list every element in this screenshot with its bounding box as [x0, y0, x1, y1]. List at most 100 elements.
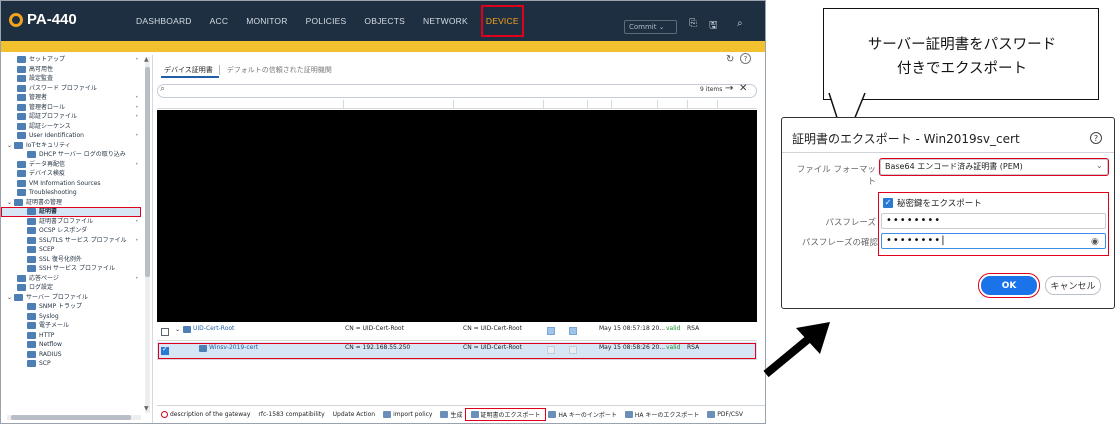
table-row[interactable]: Winsv-2019-cert CN = 192.168.55.250 CN = U…	[157, 342, 757, 360]
sidebar-item[interactable]: SSH サービス プロファイル	[1, 264, 143, 274]
nav-objects[interactable]: OBJECTS	[355, 1, 414, 41]
sidebar-item-label: SNMP トラップ	[39, 303, 82, 310]
ok-button[interactable]: OK	[978, 273, 1040, 298]
sidebar-hscroll-thumb[interactable]	[11, 415, 131, 420]
sidebar-item[interactable]: デバイス検疫	[1, 169, 143, 179]
sidebar-item[interactable]: 設定監査	[1, 74, 143, 84]
expand-chevron-icon[interactable]: ⌄	[175, 326, 180, 333]
toolbar-import-button[interactable]: import policy	[379, 411, 436, 418]
sidebar-item[interactable]: 電子メール	[1, 321, 143, 331]
search-go-icon[interactable]: →	[725, 83, 733, 94]
sidebar-item[interactable]: DHCP サーバー ログの取り込み	[1, 150, 143, 160]
sidebar-item[interactable]: ログ設定	[1, 283, 143, 293]
commit-label: Commit	[629, 23, 657, 31]
sidebar-item[interactable]: OCSP レスポンダ	[1, 226, 143, 236]
sidebar-item[interactable]: User Identification	[1, 131, 143, 141]
format-select[interactable]: Base64 エンコード済み証明書 (PEM)	[879, 158, 1109, 176]
help-icon[interactable]: ?	[740, 53, 751, 64]
sidebar-item[interactable]: Netflow	[1, 340, 143, 350]
chevron-down-icon[interactable]: ⌄	[1096, 161, 1103, 170]
nav-acc[interactable]: ACC	[201, 1, 238, 41]
scep-icon	[27, 246, 36, 254]
format-value: Base64 エンコード済み証明書 (PEM)	[885, 162, 1023, 171]
show-password-icon[interactable]: ◉	[1091, 237, 1099, 247]
cert-name[interactable]: UID-Cert-Root	[193, 325, 234, 332]
nav-monitor[interactable]: MONITOR	[237, 1, 296, 41]
sidebar-scroll-thumb[interactable]	[145, 67, 150, 277]
toolbar-generate-button[interactable]: 生成	[436, 410, 466, 419]
toolbar-export-cert-button[interactable]: 証明書のエクスポート	[464, 408, 547, 421]
sidebar-item[interactable]: Troubleshooting	[1, 188, 143, 198]
toolbar-action-button[interactable]: Update Action	[329, 411, 379, 418]
expander-icon[interactable]: ⌄	[7, 198, 12, 208]
search-input[interactable]	[157, 84, 757, 98]
sidebar-item[interactable]: ⌄ サーバー プロファイル	[1, 293, 143, 303]
config-lock-icon[interactable]: ⎘	[689, 18, 697, 29]
sidebar-item[interactable]: HTTP	[1, 331, 143, 341]
toolbar-ha-export-button[interactable]: HA キーのエクスポート	[621, 410, 703, 419]
pdf-csv-icon	[707, 411, 716, 418]
search-clear-icon[interactable]: ✕	[739, 83, 747, 94]
expander-icon[interactable]: ⌄	[7, 293, 12, 303]
save-icon[interactable]: 🖫	[709, 18, 718, 35]
toolbar-delete-button[interactable]: description of the gateway	[157, 411, 254, 418]
sidebar-item[interactable]: RADIUS	[1, 350, 143, 360]
sidebar-item[interactable]: セットアップ	[1, 55, 143, 65]
ssh-profile-icon	[27, 265, 36, 273]
search-icon[interactable]: ⌕	[737, 18, 743, 29]
scroll-down-icon[interactable]: ▼	[144, 405, 149, 412]
nav-policies[interactable]: POLICIES	[297, 1, 356, 41]
sidebar-item[interactable]: 高可用性	[1, 65, 143, 75]
sidebar-item[interactable]: 管理者ロール	[1, 103, 143, 113]
passphrase-value: ••••••••	[886, 215, 942, 226]
netflow-icon	[27, 341, 36, 349]
sidebar-item[interactable]: VM Information Sources	[1, 179, 143, 189]
sidebar-item[interactable]: 応答ページ	[1, 274, 143, 284]
sidebar-item[interactable]: Syslog	[1, 312, 143, 322]
sidebar-item[interactable]: 管理者	[1, 93, 143, 103]
nav-network[interactable]: NETWORK	[414, 1, 477, 41]
banner-bar	[1, 41, 765, 52]
passphrase-field[interactable]: ••••••••	[881, 213, 1106, 229]
cert-tabs: デバイス証明書 デフォルトの信頼された証明機関	[161, 64, 338, 78]
cancel-button[interactable]: キャンセル	[1045, 276, 1101, 295]
toolbar-ha-import-button[interactable]: HA キーのインポート	[544, 410, 621, 419]
commit-button[interactable]: Commit ⌄	[624, 20, 677, 34]
tab-device-certs[interactable]: デバイス証明書	[161, 64, 219, 78]
sidebar-item[interactable]: ⌄ 証明書の管理	[1, 198, 143, 208]
tab-trusted-cas[interactable]: デフォルトの信頼された証明機関	[224, 64, 338, 78]
row-checkbox[interactable]	[161, 345, 169, 355]
sidebar-item[interactable]: パスワード プロファイル	[1, 84, 143, 94]
refresh-icon[interactable]: ↻	[726, 54, 734, 65]
export-key-checkbox[interactable]: ✓	[883, 198, 893, 208]
sidebar-item[interactable]: SSL/TLS サービス プロファイル	[1, 236, 143, 246]
dialog-help-icon[interactable]: ?	[1090, 132, 1102, 144]
sidebar-item[interactable]: SSL 復号化例外	[1, 255, 143, 265]
sidebar-item[interactable]: SCP	[1, 359, 143, 369]
role-icon	[17, 103, 26, 111]
import-icon	[383, 411, 392, 418]
dhcp-icon	[27, 151, 36, 159]
sidebar-item[interactable]: SNMP トラップ	[1, 302, 143, 312]
nav-dashboard[interactable]: DASHBOARD	[127, 1, 201, 41]
sidebar-item[interactable]: 証明書プロファイル	[1, 217, 143, 227]
sidebar-item[interactable]: 証明書	[1, 207, 141, 217]
sidebar-item[interactable]: 認証シーケンス	[1, 122, 143, 132]
iot-icon	[14, 141, 24, 149]
row-checkbox[interactable]	[161, 328, 169, 336]
toolbar-action-button[interactable]: rfc-1583 compatibility	[254, 411, 328, 418]
cert-subject: CN = UID-Cert-Root	[345, 325, 404, 332]
dialog-title: 証明書のエクスポート - Win2019sv_cert	[792, 132, 1020, 146]
scroll-up-icon[interactable]: ▲	[144, 56, 149, 63]
sidebar-item[interactable]: ⌄ IoTセキュリティ	[1, 141, 143, 151]
nav-device[interactable]: DEVICE	[477, 1, 528, 41]
confirm-passphrase-field[interactable]: ••••••••|	[881, 233, 1106, 249]
sidebar-item[interactable]: SCEP	[1, 245, 143, 255]
expander-icon[interactable]: ⌄	[7, 141, 12, 151]
table-row[interactable]: ⌄ UID-Cert-Root CN = UID-Cert-Root CN = UID…	[157, 323, 757, 341]
toolbar-pdf-csv-button[interactable]: PDF/CSV	[703, 411, 747, 418]
sidebar-item[interactable]: 認証プロファイル	[1, 112, 143, 122]
cert-name[interactable]: Winsv-2019-cert	[209, 344, 258, 351]
sidebar-item[interactable]: データ再配信	[1, 160, 143, 170]
troubleshoot-icon	[17, 189, 26, 197]
